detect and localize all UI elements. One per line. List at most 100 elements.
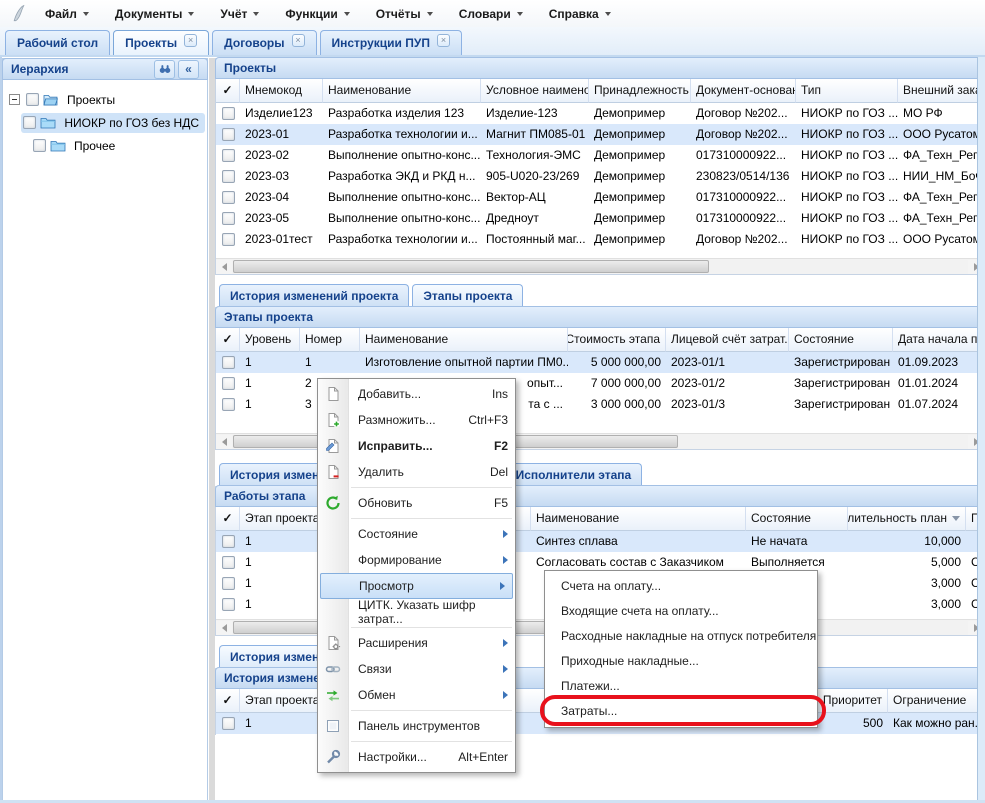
- row-checkbox[interactable]: [222, 233, 235, 246]
- column-header[interactable]: Тип: [796, 79, 898, 103]
- tree-checkbox[interactable]: [33, 139, 46, 152]
- table-row[interactable]: 2023-04Выполнение опытно-конс...Вектор-А…: [216, 187, 984, 208]
- menubar-item[interactable]: Документы: [102, 3, 207, 25]
- main-tab[interactable]: Договоры×: [212, 30, 316, 55]
- tree-node-body[interactable]: Прочее: [31, 136, 121, 156]
- menubar-item[interactable]: Функции: [272, 3, 362, 25]
- column-header[interactable]: Условное наименова: [481, 79, 589, 103]
- context-menu-item[interactable]: Настройки...Alt+Enter: [318, 744, 515, 770]
- column-header[interactable]: Номер: [300, 328, 360, 352]
- sub-tab[interactable]: Исполнители этапа: [505, 463, 643, 486]
- menubar-item[interactable]: Словари: [446, 3, 536, 25]
- context-menu-item[interactable]: Исправить...F2: [318, 433, 515, 459]
- tree-node-body[interactable]: НИОКР по ГОЗ без НДС: [21, 113, 205, 133]
- context-menu-item[interactable]: Расширения: [318, 630, 515, 656]
- row-checkbox[interactable]: [222, 212, 235, 225]
- column-header[interactable]: ✓: [216, 79, 240, 103]
- row-checkbox[interactable]: [222, 107, 235, 120]
- row-checkbox[interactable]: [222, 577, 235, 590]
- table-row[interactable]: 2023-05Выполнение опытно-конс...Дредноут…: [216, 208, 984, 229]
- scroll-left-icon[interactable]: [216, 260, 232, 274]
- context-menu-item[interactable]: Обмен: [318, 682, 515, 708]
- tree-node[interactable]: Прочее: [9, 134, 205, 157]
- table-cell: Разработка изделия 123: [323, 103, 481, 124]
- table-cell: ФА_Техн_Рег_...: [898, 208, 985, 229]
- row-checkbox[interactable]: [222, 170, 235, 183]
- column-header[interactable]: Внешний заказчик: [898, 79, 985, 103]
- row-checkbox-cell: [216, 394, 240, 415]
- main-tab[interactable]: Инструкции ПУП×: [320, 30, 462, 55]
- submenu-item[interactable]: Входящие счета на оплату...: [545, 599, 817, 624]
- row-checkbox[interactable]: [222, 377, 235, 390]
- table-row[interactable]: 11Изготовление опытной партии ПМ0...5 00…: [216, 352, 984, 373]
- tree-node-root[interactable]: Проекты: [9, 88, 205, 111]
- column-header[interactable]: Состояние: [746, 507, 848, 531]
- table-row[interactable]: 2023-03Разработка ЭКД и РКД н...905-U020…: [216, 166, 984, 187]
- tree-checkbox[interactable]: [26, 93, 39, 106]
- column-header[interactable]: Ограничение: [888, 689, 985, 713]
- row-checkbox[interactable]: [222, 535, 235, 548]
- context-menu-item[interactable]: ЦИТК. Указать шифр затрат...: [318, 599, 515, 625]
- column-header[interactable]: ✓: [216, 689, 240, 713]
- close-icon[interactable]: ×: [184, 34, 197, 47]
- table-row[interactable]: 2023-01тестРазработка технологии и...Пос…: [216, 229, 984, 250]
- projects-hscrollbar[interactable]: [216, 258, 984, 274]
- row-checkbox[interactable]: [222, 717, 235, 730]
- submenu-item[interactable]: Приходные накладные...: [545, 649, 817, 674]
- menubar-item[interactable]: Отчёты: [363, 3, 446, 25]
- sub-tab[interactable]: История изменений проекта: [219, 284, 409, 307]
- column-header[interactable]: Лицевой счёт затрат.: [666, 328, 789, 352]
- scrollbar-thumb[interactable]: [233, 260, 709, 273]
- column-header[interactable]: Стоимость этапа: [568, 328, 666, 352]
- close-icon[interactable]: ×: [437, 34, 450, 47]
- column-header[interactable]: Дата начала план: [893, 328, 985, 352]
- row-checkbox[interactable]: [222, 191, 235, 204]
- context-menu-item[interactable]: Добавить...Ins: [318, 381, 515, 407]
- submenu-item[interactable]: Счета на оплату...: [545, 574, 817, 599]
- row-checkbox[interactable]: [222, 556, 235, 569]
- context-menu-item[interactable]: Состояние: [318, 521, 515, 547]
- main-tab[interactable]: Проекты×: [113, 30, 209, 55]
- close-icon[interactable]: ×: [292, 34, 305, 47]
- column-header[interactable]: Длительность план: [848, 507, 966, 531]
- main-tab[interactable]: Рабочий стол: [5, 30, 110, 55]
- column-header[interactable]: Наименование: [531, 507, 746, 531]
- menu-item-label: Формирование: [358, 553, 442, 567]
- context-menu-item[interactable]: ОбновитьF5: [318, 490, 515, 516]
- row-checkbox[interactable]: [222, 598, 235, 611]
- row-checkbox[interactable]: [222, 356, 235, 369]
- table-row[interactable]: Изделие123Разработка изделия 123Изделие-…: [216, 103, 984, 124]
- column-header[interactable]: Принадлежность: [589, 79, 691, 103]
- menubar-item[interactable]: Справка: [536, 3, 624, 25]
- column-header[interactable]: Документ-основан: [691, 79, 796, 103]
- collapse-panel-button[interactable]: «: [178, 60, 199, 79]
- sub-tab[interactable]: Этапы проекта: [412, 284, 523, 307]
- menubar-item[interactable]: Файл: [32, 3, 102, 25]
- context-menu-item[interactable]: Формирование: [318, 547, 515, 573]
- column-header[interactable]: Мнемокод: [240, 79, 323, 103]
- scroll-left-icon[interactable]: [216, 435, 232, 449]
- column-header[interactable]: Уровень: [240, 328, 300, 352]
- table-row[interactable]: 2023-01Разработка технологии и...Магнит …: [216, 124, 984, 145]
- menubar-item[interactable]: Учёт: [207, 3, 272, 25]
- row-checkbox[interactable]: [222, 149, 235, 162]
- tree-node[interactable]: НИОКР по ГОЗ без НДС: [9, 111, 205, 134]
- context-menu-item[interactable]: Панель инструментов: [318, 713, 515, 739]
- column-header[interactable]: Состояние: [789, 328, 893, 352]
- context-menu-item[interactable]: Просмотр: [320, 573, 513, 599]
- column-header[interactable]: ✓: [216, 328, 240, 352]
- column-header[interactable]: ✓: [216, 507, 240, 531]
- column-header[interactable]: Наименование: [360, 328, 568, 352]
- scroll-left-icon[interactable]: [216, 621, 232, 635]
- submenu-item[interactable]: Расходные накладные на отпуск потребител…: [545, 624, 817, 649]
- table-row[interactable]: 2023-02Выполнение опытно-конс...Технолог…: [216, 145, 984, 166]
- row-checkbox[interactable]: [222, 128, 235, 141]
- column-header[interactable]: Наименование: [323, 79, 481, 103]
- search-button[interactable]: [154, 60, 175, 79]
- tree-checkbox[interactable]: [23, 116, 36, 129]
- tree-expander-icon[interactable]: [9, 94, 20, 105]
- context-menu-item[interactable]: Связи: [318, 656, 515, 682]
- context-menu-item[interactable]: Размножить...Ctrl+F3: [318, 407, 515, 433]
- context-menu-item[interactable]: УдалитьDel: [318, 459, 515, 485]
- row-checkbox[interactable]: [222, 398, 235, 411]
